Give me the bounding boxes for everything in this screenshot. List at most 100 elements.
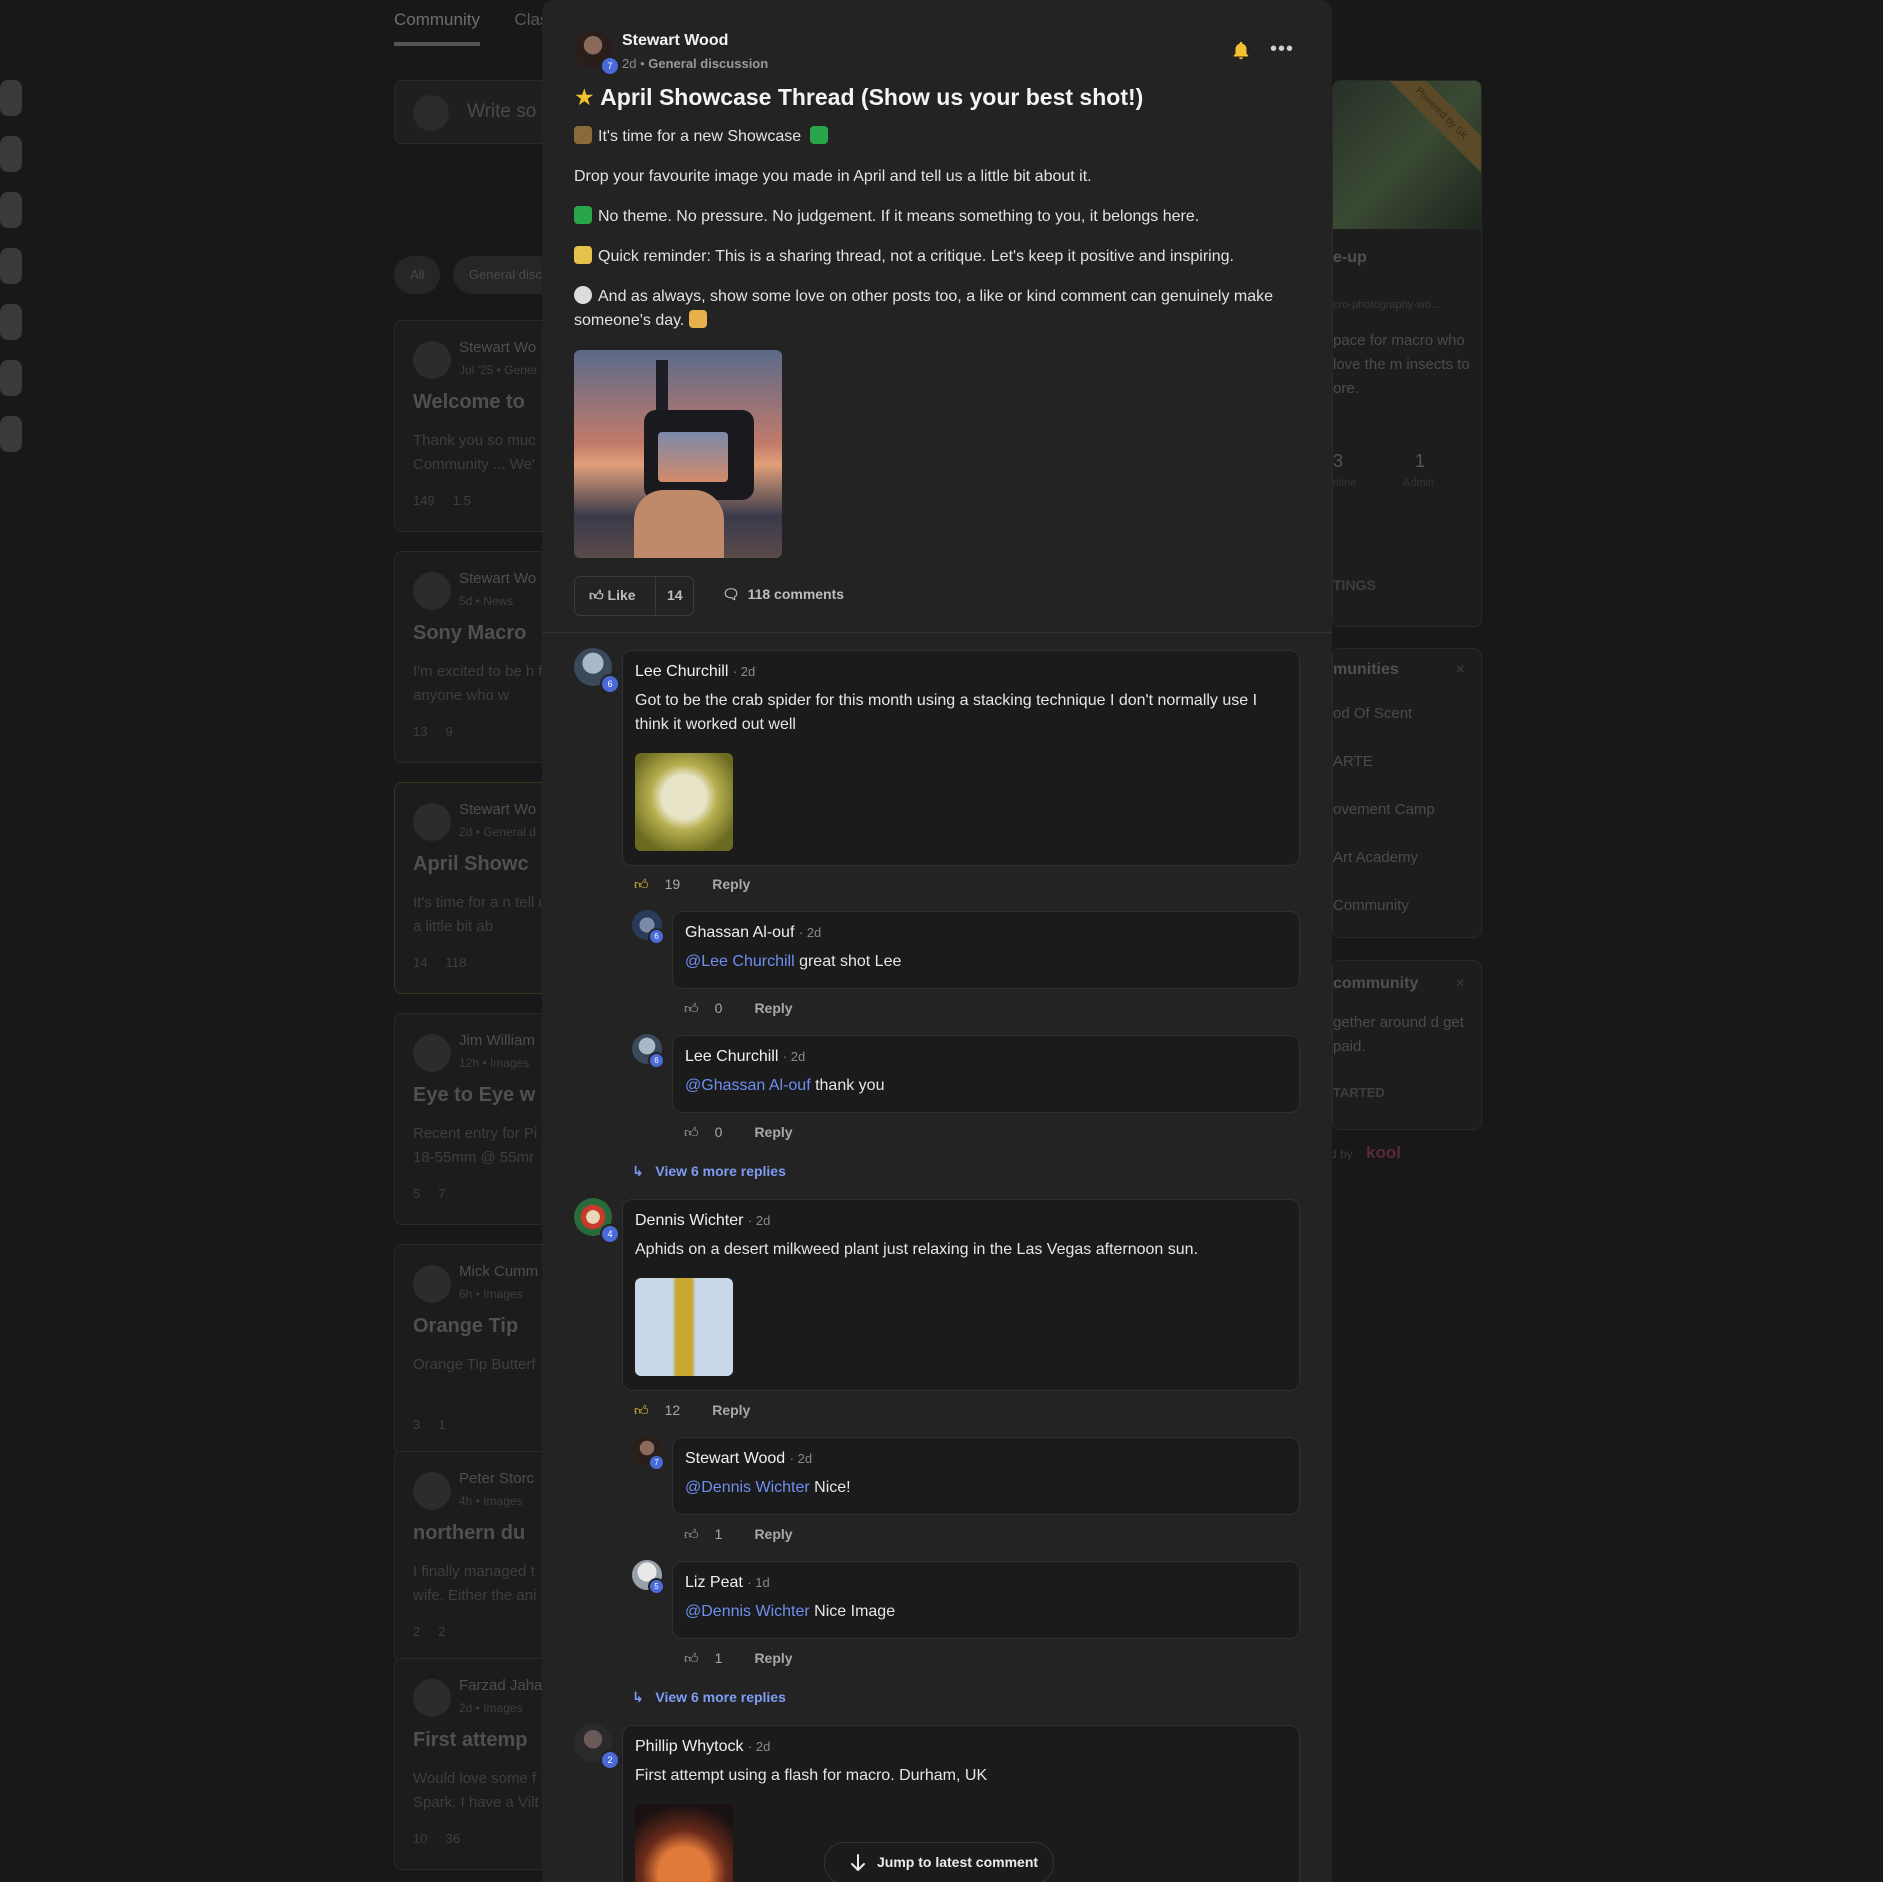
promo-title: community: [1333, 975, 1419, 992]
thumbs-up-icon[interactable]: 👍︎: [684, 1000, 699, 1016]
mention-link[interactable]: @Ghassan Al-ouf: [685, 1077, 811, 1094]
community-icon[interactable]: [0, 304, 22, 340]
reply-button[interactable]: Reply: [754, 1526, 792, 1542]
feed-card[interactable]: Stewart Wo 2d • General d April Showc It…: [394, 782, 556, 994]
community-link[interactable]: ARTE: [1333, 753, 1373, 770]
comment-author[interactable]: Lee Churchill: [635, 663, 728, 680]
comment-author[interactable]: Liz Peat: [685, 1574, 743, 1591]
comment-count: 1.5: [452, 493, 471, 508]
reply-button[interactable]: Reply: [754, 1124, 792, 1140]
community-link[interactable]: Art Academy: [1333, 849, 1418, 866]
mention-link[interactable]: @Dennis Wichter: [685, 1479, 810, 1496]
paragraph-text: And as always, show some love on other p…: [574, 288, 1274, 329]
feed-card[interactable]: Farzad Jaha 2d • Images First attemp Wou…: [394, 1658, 556, 1870]
jump-to-latest-button[interactable]: Jump to latest comment: [824, 1842, 1054, 1882]
level-badge: 7: [600, 56, 620, 76]
community-icon[interactable]: [0, 360, 22, 396]
like-count[interactable]: 14: [667, 587, 683, 603]
bell-icon[interactable]: [1230, 40, 1252, 62]
comment-author[interactable]: Dennis Wichter: [635, 1212, 743, 1229]
comment-age-value: 2d: [740, 664, 756, 679]
feed-stats: 2 2: [413, 1624, 446, 1639]
community-link[interactable]: Community: [1333, 897, 1409, 914]
avatar: [413, 341, 451, 379]
reply-button[interactable]: Reply: [712, 876, 750, 892]
thumbs-up-icon[interactable]: 👍︎: [634, 1402, 649, 1418]
thumbs-up-icon[interactable]: 👍︎: [634, 876, 649, 892]
community-icon[interactable]: [0, 248, 22, 284]
chip-all[interactable]: All: [394, 256, 441, 294]
avatar: [413, 1472, 451, 1510]
stat-online: 3: [1333, 451, 1343, 472]
feed-card[interactable]: Stewart Wo 5d • News Sony Macro I'm exci…: [394, 551, 556, 763]
mention-link[interactable]: @Dennis Wichter: [685, 1603, 810, 1620]
avatar: [413, 95, 449, 131]
reply-button[interactable]: Reply: [754, 1650, 792, 1666]
thumbs-up-icon[interactable]: 👍︎: [684, 1650, 699, 1666]
thumbs-up-icon[interactable]: 👍︎: [684, 1124, 699, 1140]
close-icon[interactable]: ×: [1456, 661, 1465, 679]
community-link[interactable]: ovement Camp: [1333, 801, 1435, 818]
brand-logo[interactable]: kool: [1366, 1143, 1401, 1163]
view-more-label: View 6 more replies: [655, 1689, 786, 1705]
like-count: 2: [413, 1624, 421, 1639]
more-icon[interactable]: •••: [1270, 38, 1294, 61]
mention-link[interactable]: @Lee Churchill: [685, 953, 795, 970]
community-icon[interactable]: [0, 416, 22, 452]
view-more-replies-link[interactable]: ↳ View 6 more replies: [632, 1163, 786, 1180]
feed-author: Stewart Wo: [459, 339, 537, 356]
get-started-button[interactable]: TARTED: [1333, 1085, 1385, 1100]
post-image[interactable]: [574, 350, 782, 558]
comment-image[interactable]: [635, 1278, 733, 1376]
like-count: 13: [413, 724, 428, 739]
comment-text: First attempt using a flash for macro. D…: [635, 1767, 988, 1784]
comment-header: Phillip Whytock · 2d: [635, 1738, 770, 1756]
comment-age: · 1d: [747, 1575, 770, 1590]
feed-card[interactable]: Mick Cumm 6h • Images Orange Tip Orange …: [394, 1244, 556, 1456]
community-icon[interactable]: [0, 80, 22, 116]
reply-button[interactable]: Reply: [754, 1000, 792, 1016]
feed-title: April Showc: [413, 853, 529, 875]
feed-card[interactable]: Stewart Wo Jul '25 • Gener Welcome to Th…: [394, 320, 556, 532]
avatar: [413, 803, 451, 841]
comment-image[interactable]: [635, 1804, 733, 1882]
comment-author[interactable]: Phillip Whytock: [635, 1738, 743, 1755]
community-icon[interactable]: [0, 192, 22, 228]
stat-admin: 1: [1415, 451, 1425, 472]
arrow-down-icon: [849, 1853, 867, 1873]
close-icon[interactable]: ×: [1456, 975, 1465, 993]
community-link[interactable]: od Of Scent: [1333, 705, 1412, 722]
feed-card[interactable]: Jim William 12h • Images Eye to Eye w Re…: [394, 1013, 556, 1225]
post-category[interactable]: General discussion: [648, 56, 768, 71]
feed-meta: 2d • General d: [459, 825, 536, 839]
feed-meta: 5d • News: [459, 594, 514, 608]
comment-age-value: 1d: [755, 1575, 770, 1590]
settings-button[interactable]: TINGS: [1333, 577, 1376, 593]
view-more-replies-link[interactable]: ↳ View 6 more replies: [632, 1689, 786, 1706]
like-count: 149: [413, 493, 435, 508]
stat-value: 1: [1415, 451, 1426, 471]
comment-author[interactable]: Lee Churchill: [685, 1048, 778, 1065]
sparkles-emoji-icon: [574, 246, 592, 264]
post-author[interactable]: Stewart Wood: [622, 32, 728, 50]
comment-header: Dennis Wichter · 2d: [635, 1212, 770, 1230]
comment-count: 118: [445, 955, 467, 970]
feed-card[interactable]: Peter Storc 4h • Images northern du I fi…: [394, 1451, 556, 1663]
comment-author[interactable]: Ghassan Al-ouf: [685, 924, 794, 941]
like-button[interactable]: 👍︎ Like 14: [574, 576, 694, 616]
community-icon[interactable]: [0, 136, 22, 172]
tab-community[interactable]: Community: [394, 0, 480, 46]
thumbs-up-icon[interactable]: 👍︎: [684, 1526, 699, 1542]
reply-button[interactable]: Reply: [712, 1402, 750, 1418]
comment-header: Lee Churchill · 2d: [635, 663, 755, 681]
paragraph-text: Quick reminder: This is a sharing thread…: [598, 248, 1234, 265]
community-name: e-up: [1333, 249, 1367, 266]
post-composer[interactable]: Write so: [394, 80, 556, 144]
comments-link[interactable]: 🗨︎ 118 comments: [722, 586, 844, 603]
comment-image[interactable]: [635, 753, 733, 851]
feed-meta: 2d • Images: [459, 1701, 523, 1715]
community-url: cro-photography-wo...: [1333, 299, 1440, 311]
comment-author[interactable]: Stewart Wood: [685, 1450, 785, 1467]
composer-placeholder: Write so: [467, 101, 537, 122]
comment-actions: 👍︎ 19 Reply: [634, 876, 750, 893]
